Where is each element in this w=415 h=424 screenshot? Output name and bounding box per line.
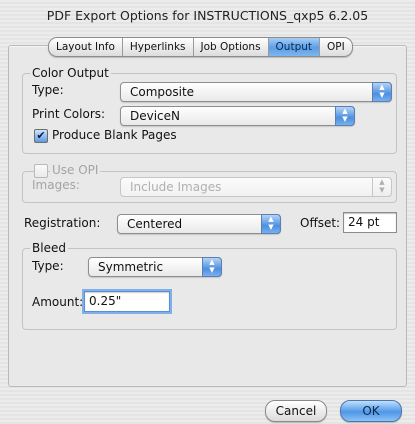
bleed-type-popup[interactable]: Symmetric ▲ ▼: [88, 257, 222, 277]
tab-layout-info[interactable]: Layout Info: [49, 38, 123, 56]
bleed-amount-label: Amount:: [32, 295, 84, 309]
bleed-type-value: Symmetric: [98, 260, 164, 274]
popup-arrows-icon: ▲ ▼: [335, 106, 355, 126]
registration-label: Registration:: [24, 216, 101, 230]
tab-hyperlinks[interactable]: Hyperlinks: [123, 38, 194, 56]
offset-label: Offset:: [300, 216, 341, 230]
color-type-label: Type:: [32, 83, 64, 97]
ok-button[interactable]: OK: [340, 400, 402, 422]
opi-images-label: Images:: [32, 178, 80, 192]
bleed-amount-field[interactable]: 0.25": [84, 291, 170, 312]
tab-output[interactable]: Output: [268, 38, 321, 56]
offset-field[interactable]: 24 pt: [343, 212, 397, 233]
print-colors-value: DeviceN: [130, 109, 181, 123]
bleed-type-label: Type:: [32, 259, 64, 273]
use-opi-checkbox[interactable]: [34, 164, 48, 178]
bleed-legend: Bleed: [30, 241, 68, 255]
produce-blank-pages-checkbox[interactable]: ✔: [34, 129, 48, 143]
popup-arrows-icon: ▲ ▼: [372, 177, 392, 197]
tab-bar: Layout Info Hyperlinks Job Options Outpu…: [48, 37, 353, 57]
print-colors-popup[interactable]: DeviceN ▲ ▼: [120, 106, 355, 126]
color-type-value: Composite: [130, 85, 195, 99]
offset-value: 24 pt: [348, 215, 380, 229]
color-type-popup[interactable]: Composite ▲ ▼: [120, 82, 392, 102]
tab-job-options[interactable]: Job Options: [194, 38, 269, 56]
tab-opi[interactable]: OPI: [320, 38, 352, 56]
opi-images-value: Include Images: [130, 180, 222, 194]
color-output-legend: Color Output: [30, 66, 111, 80]
popup-arrows-icon: ▲ ▼: [202, 257, 222, 277]
registration-value: Centered: [127, 217, 183, 231]
bleed-amount-value: 0.25": [89, 294, 122, 308]
print-colors-label: Print Colors:: [32, 107, 106, 121]
registration-popup[interactable]: Centered ▲ ▼: [117, 214, 281, 234]
popup-arrows-icon: ▲ ▼: [261, 214, 281, 234]
opi-images-popup: Include Images ▲ ▼: [120, 177, 392, 197]
popup-arrows-icon: ▲ ▼: [372, 82, 392, 102]
window-title: PDF Export Options for INSTRUCTIONS_qxp5…: [46, 8, 369, 23]
produce-blank-pages-label[interactable]: Produce Blank Pages: [52, 127, 177, 143]
use-opi-label[interactable]: Use OPI: [50, 163, 101, 177]
cancel-button[interactable]: Cancel: [265, 400, 327, 422]
